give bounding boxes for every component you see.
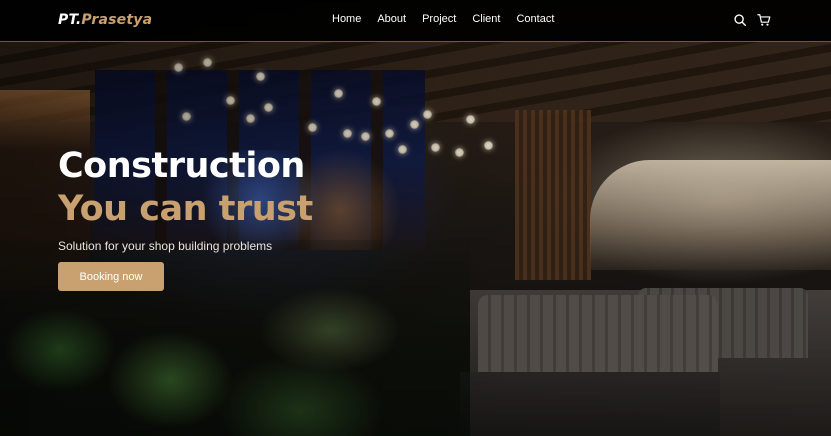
nav-link-client[interactable]: Client	[472, 13, 500, 25]
search-icon[interactable]	[733, 13, 747, 27]
hero-subtitle: You can trust	[58, 189, 313, 229]
booking-button[interactable]: Booking now	[58, 262, 164, 291]
brand-name: PT.	[58, 12, 82, 28]
hero-tagline: Solution for your shop building problems	[58, 239, 273, 253]
navbar: PT.Prasetya Home About Project Client Co…	[0, 0, 831, 42]
cart-icon[interactable]	[757, 13, 771, 27]
brand-name-accent: Prasetya	[81, 12, 153, 28]
nav-link-home[interactable]: Home	[332, 13, 361, 25]
nav-link-about[interactable]: About	[377, 13, 406, 25]
nav-icons	[733, 13, 771, 27]
brand-logo[interactable]: PT.Prasetya	[58, 12, 152, 28]
nav-link-project[interactable]: Project	[422, 13, 456, 25]
nav-links: Home About Project Client Contact	[332, 13, 554, 25]
hero-title: Construction	[58, 146, 305, 186]
nav-link-contact[interactable]: Contact	[516, 13, 554, 25]
